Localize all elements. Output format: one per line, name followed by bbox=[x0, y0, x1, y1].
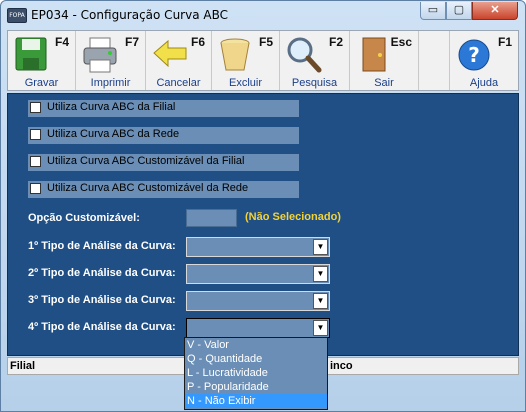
cancel-shortcut: F6 bbox=[190, 35, 205, 49]
title-bar[interactable]: FOPA EP034 - Configuração Curva ABC ▭ ▢ … bbox=[1, 1, 525, 29]
arrow-left-icon bbox=[153, 39, 187, 68]
tipo-analise-1-label: 1º Tipo de Análise da Curva: bbox=[28, 240, 176, 252]
checkbox-box[interactable] bbox=[30, 183, 41, 194]
checkbox-label: Utiliza Curva ABC da Filial bbox=[47, 101, 176, 113]
maximize-button[interactable]: ▢ bbox=[446, 2, 472, 20]
print-button[interactable]: F7 Imprimir bbox=[76, 31, 146, 90]
search-button[interactable]: F2 Pesquisa bbox=[280, 31, 350, 90]
magnifier-icon bbox=[287, 37, 322, 73]
help-icon: ? bbox=[458, 39, 490, 71]
chevron-down-icon[interactable]: ▼ bbox=[313, 320, 328, 336]
search-shortcut: F2 bbox=[328, 35, 343, 49]
tipo-analise-2-label: 2º Tipo de Análise da Curva: bbox=[28, 267, 176, 279]
delete-button[interactable]: F5 Excluir bbox=[212, 31, 280, 90]
checkbox-box[interactable] bbox=[30, 129, 41, 140]
save-shortcut: F4 bbox=[54, 35, 69, 49]
search-label: Pesquisa bbox=[291, 77, 338, 89]
cancel-button[interactable]: F6 Cancelar bbox=[146, 31, 212, 90]
dropdown-option[interactable]: Q - Quantidade bbox=[185, 352, 327, 366]
form-panel: Utiliza Curva ABC da Filial Utiliza Curv… bbox=[7, 93, 519, 356]
tipo-analise-1-select[interactable]: ▼ bbox=[186, 237, 330, 257]
chevron-down-icon[interactable]: ▼ bbox=[313, 239, 328, 255]
dropdown-list: V - Valor Q - Quantidade L - Lucrativida… bbox=[184, 337, 328, 410]
delete-shortcut: F5 bbox=[258, 35, 273, 49]
print-shortcut: F7 bbox=[124, 35, 139, 49]
checkbox-curva-filial[interactable]: Utiliza Curva ABC da Filial bbox=[28, 100, 299, 117]
floppy-save-icon bbox=[15, 37, 47, 71]
tipo-analise-3-select[interactable]: ▼ bbox=[186, 291, 330, 311]
help-button[interactable]: ? F1 Ajuda bbox=[449, 31, 518, 90]
checkbox-label: Utiliza Curva ABC Customizável da Rede bbox=[47, 182, 249, 194]
dropdown-option[interactable]: V - Valor bbox=[185, 338, 327, 352]
trash-bin-icon bbox=[220, 38, 250, 71]
selection-status: (Não Selecionado) bbox=[245, 211, 341, 223]
opcao-customizavel-field[interactable] bbox=[186, 209, 237, 227]
chevron-down-icon[interactable]: ▼ bbox=[313, 293, 328, 309]
dropdown-option[interactable]: L - Lucratividade bbox=[185, 366, 327, 380]
checkbox-curva-rede[interactable]: Utiliza Curva ABC da Rede bbox=[28, 127, 299, 144]
window-title: EP034 - Configuração Curva ABC bbox=[31, 8, 228, 22]
exit-shortcut: Esc bbox=[390, 35, 412, 49]
minimize-button[interactable]: ▭ bbox=[420, 2, 446, 20]
opcao-customizavel-label: Opção Customizável: bbox=[28, 212, 140, 224]
dropdown-option[interactable]: P - Popularidade bbox=[185, 380, 327, 394]
delete-label: Excluir bbox=[228, 77, 262, 89]
toolbar: F4 Gravar F7 Imprimir F6 Cancelar F5 Exc… bbox=[7, 30, 519, 91]
checkbox-label: Utiliza Curva ABC da Rede bbox=[47, 128, 180, 140]
chevron-down-icon[interactable]: ▼ bbox=[313, 266, 328, 282]
tipo-analise-3-label: 3º Tipo de Análise da Curva: bbox=[28, 294, 176, 306]
door-exit-icon bbox=[362, 37, 386, 72]
dropdown-option[interactable]: N - Não Exibir bbox=[185, 394, 327, 408]
cancel-label: Cancelar bbox=[156, 77, 201, 89]
app-icon: FOPA bbox=[7, 8, 27, 23]
checkbox-customizavel-rede[interactable]: Utiliza Curva ABC Customizável da Rede bbox=[28, 181, 299, 198]
printer-icon bbox=[83, 37, 117, 73]
print-label: Imprimir bbox=[90, 77, 131, 89]
help-shortcut: F1 bbox=[497, 35, 512, 49]
checkbox-label: Utiliza Curva ABC Customizável da Filial bbox=[47, 155, 245, 167]
tipo-analise-2-select[interactable]: ▼ bbox=[186, 264, 330, 284]
checkbox-box[interactable] bbox=[30, 102, 41, 113]
svg-text:?: ? bbox=[468, 43, 480, 67]
tipo-analise-4-select[interactable]: ▼ bbox=[186, 318, 330, 338]
tipo-analise-4-label: 4º Tipo de Análise da Curva: bbox=[28, 321, 176, 333]
exit-label: Sair bbox=[374, 77, 394, 89]
checkbox-box[interactable] bbox=[30, 156, 41, 167]
save-button[interactable]: F4 Gravar bbox=[8, 31, 76, 90]
status-right-text: inco bbox=[330, 360, 353, 372]
status-filial: Filial bbox=[10, 360, 36, 372]
save-label: Gravar bbox=[24, 77, 59, 89]
close-button[interactable]: ✕ bbox=[472, 2, 518, 20]
help-label: Ajuda bbox=[469, 77, 499, 89]
checkbox-customizavel-filial[interactable]: Utiliza Curva ABC Customizável da Filial bbox=[28, 154, 299, 171]
exit-button[interactable]: Esc Sair bbox=[350, 31, 419, 90]
